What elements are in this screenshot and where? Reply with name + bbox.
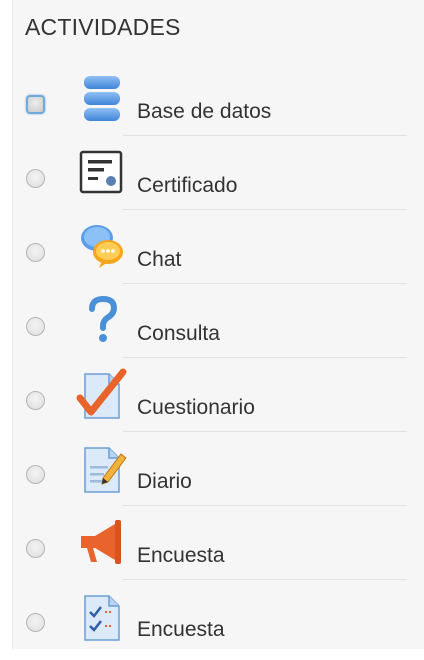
divider [123, 135, 407, 136]
chat-icon [81, 225, 123, 268]
activities-panel: ACTIVIDADES Base de datos Certificado Ch… [12, 0, 424, 649]
survey-icon [84, 595, 120, 641]
activity-item-chat[interactable]: Chat [13, 216, 424, 290]
activity-item-choice[interactable]: Consulta [13, 290, 424, 364]
activity-radio[interactable] [26, 539, 45, 558]
divider [123, 209, 407, 210]
activity-label: Certificado [137, 174, 238, 197]
activity-item-certificate[interactable]: Certificado [13, 142, 424, 216]
activity-radio[interactable] [26, 243, 45, 262]
megaphone-icon [81, 520, 121, 564]
divider [123, 505, 407, 506]
activity-list: Base de datos Certificado Chat Consulta … [13, 68, 424, 660]
activity-radio[interactable] [26, 465, 45, 484]
activity-label: Chat [137, 248, 182, 271]
activity-item-quiz[interactable]: Cuestionario [13, 364, 424, 438]
activity-radio[interactable] [26, 317, 45, 336]
activity-radio[interactable] [26, 613, 45, 632]
quiz-icon [76, 368, 127, 419]
activity-item-feedback[interactable]: Encuesta [13, 512, 424, 586]
certificate-icon [79, 150, 123, 194]
activity-item-journal[interactable]: Diario [13, 438, 424, 512]
divider [123, 579, 407, 580]
journal-icon [84, 447, 127, 493]
activity-label: Base de datos [137, 100, 272, 123]
divider [123, 431, 407, 432]
activity-radio[interactable] [26, 95, 45, 114]
section-title: ACTIVIDADES [25, 14, 181, 40]
activity-label: Cuestionario [137, 396, 255, 419]
activity-label: Consulta [137, 322, 220, 345]
divider [123, 283, 407, 284]
activity-label: Encuesta [137, 618, 225, 641]
activity-radio[interactable] [26, 391, 45, 410]
database-icon [84, 76, 120, 121]
activity-item-database[interactable]: Base de datos [13, 68, 424, 142]
activity-label: Diario [137, 470, 192, 493]
question-icon [89, 295, 118, 342]
activity-label: Encuesta [137, 544, 225, 567]
activity-radio[interactable] [26, 169, 45, 188]
divider [123, 357, 407, 358]
